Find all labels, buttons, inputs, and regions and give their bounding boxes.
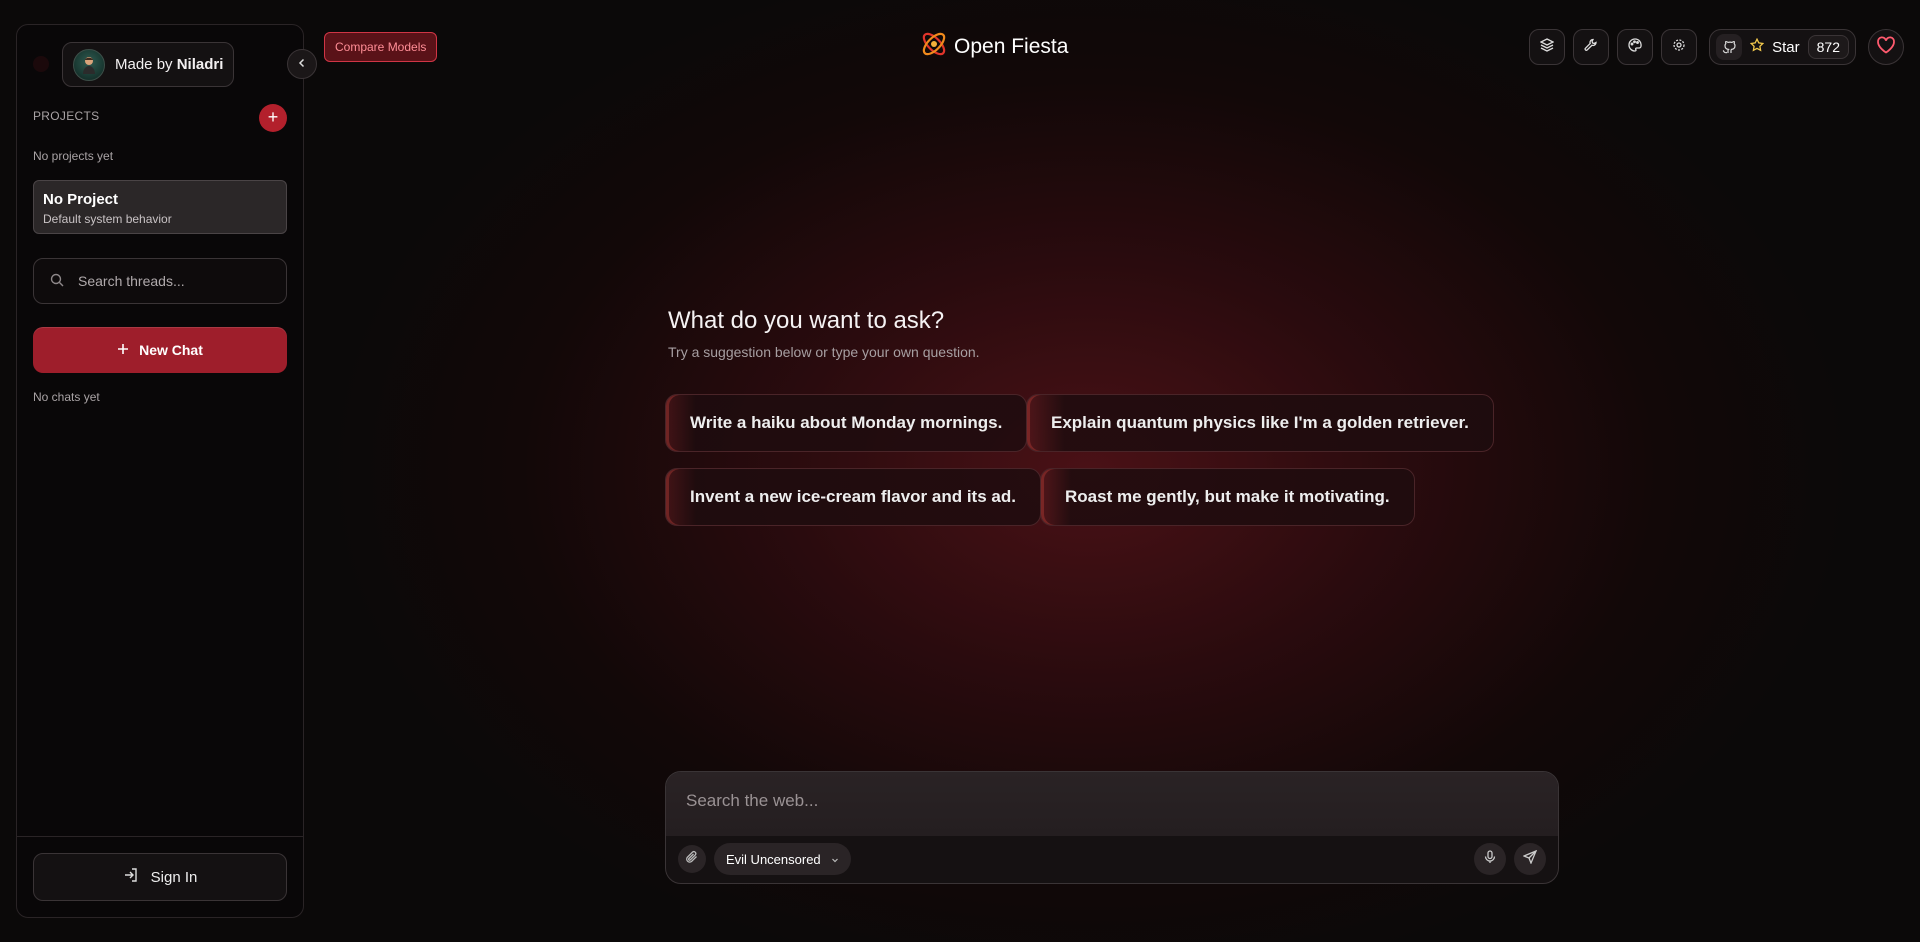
compare-models-button[interactable]: Compare Models [324, 32, 438, 62]
suggestion-chip[interactable]: Invent a new ice-cream flavor and its ad… [665, 468, 1041, 526]
no-projects-text: No projects yet [33, 149, 114, 163]
avatar [73, 48, 105, 81]
search-threads-input[interactable]: Search threads... [33, 258, 287, 304]
suggestion-chip[interactable]: Write a haiku about Monday mornings. [665, 394, 1028, 452]
star-icon [1749, 37, 1765, 56]
search-icon [50, 273, 64, 290]
favorite-button[interactable] [1868, 29, 1904, 65]
heart-icon [1876, 36, 1896, 59]
page-subtitle: Try a suggestion below or type your own … [668, 344, 980, 360]
paperclip-icon [685, 850, 699, 869]
author-name: Niladri [176, 56, 224, 73]
palette-icon [1628, 37, 1642, 57]
theme-button[interactable] [1617, 29, 1654, 65]
project-subtitle: Default system behavior [43, 212, 172, 226]
project-title: No Project [43, 191, 119, 208]
chevron-left-icon [297, 55, 307, 73]
layers-icon [1539, 37, 1555, 57]
sidebar-divider [17, 836, 303, 837]
plus-icon [117, 342, 129, 358]
page-title: What do you want to ask? [668, 307, 945, 334]
star-count: 872 [1807, 35, 1849, 59]
logo-icon [918, 28, 950, 66]
add-project-button[interactable]: + [259, 104, 287, 132]
new-chat-button[interactable]: New Chat [33, 327, 287, 373]
send-icon [1522, 849, 1538, 869]
no-chats-text: No chats yet [33, 390, 100, 404]
composer-input[interactable]: Search the web... [666, 772, 1558, 836]
project-card[interactable]: No Project Default system behavior [33, 180, 287, 234]
app-logo[interactable]: Open Fiesta [918, 28, 1068, 66]
star-label: Star [1772, 38, 1800, 56]
top-toolbar: Star 872 [1529, 29, 1904, 65]
chevron-down-icon [831, 852, 839, 867]
sidebar: Made by Niladri PROJECTS + No projects y… [16, 24, 304, 918]
settings-icon [1672, 38, 1686, 57]
model-label: Evil Uncensored [726, 851, 821, 867]
layers-button[interactable] [1529, 29, 1566, 65]
send-button[interactable] [1514, 843, 1546, 875]
projects-label: PROJECTS [33, 109, 100, 123]
composer-toolbar: Evil Uncensored [678, 843, 1546, 875]
app-title: Open Fiesta [954, 35, 1069, 58]
suggestion-chip[interactable]: Explain quantum physics like I'm a golde… [1026, 394, 1494, 452]
collapse-sidebar-button[interactable] [287, 49, 317, 79]
microphone-icon [1483, 849, 1497, 869]
sign-in-label: Sign In [150, 868, 198, 886]
composer-actions [1474, 843, 1546, 875]
search-placeholder: Search threads... [78, 273, 185, 289]
new-chat-label: New Chat [139, 342, 203, 358]
suggestion-chip[interactable]: Roast me gently, but make it motivating. [1040, 468, 1415, 526]
sign-in-icon [123, 867, 139, 887]
voice-button[interactable] [1474, 843, 1506, 875]
attach-button[interactable] [678, 845, 706, 873]
github-star-button[interactable]: Star 872 [1709, 29, 1856, 65]
sign-in-button[interactable]: Sign In [33, 853, 287, 901]
composer: Search the web... Evil Uncensored [665, 771, 1559, 884]
author-prefix: Made by [115, 56, 173, 73]
model-select[interactable]: Evil Uncensored [714, 843, 851, 875]
tools-button[interactable] [1573, 29, 1610, 65]
author-chip[interactable]: Made by Niladri [62, 42, 234, 87]
settings-button[interactable] [1661, 29, 1698, 65]
github-icon [1716, 34, 1743, 60]
wrench-icon [1584, 38, 1598, 57]
